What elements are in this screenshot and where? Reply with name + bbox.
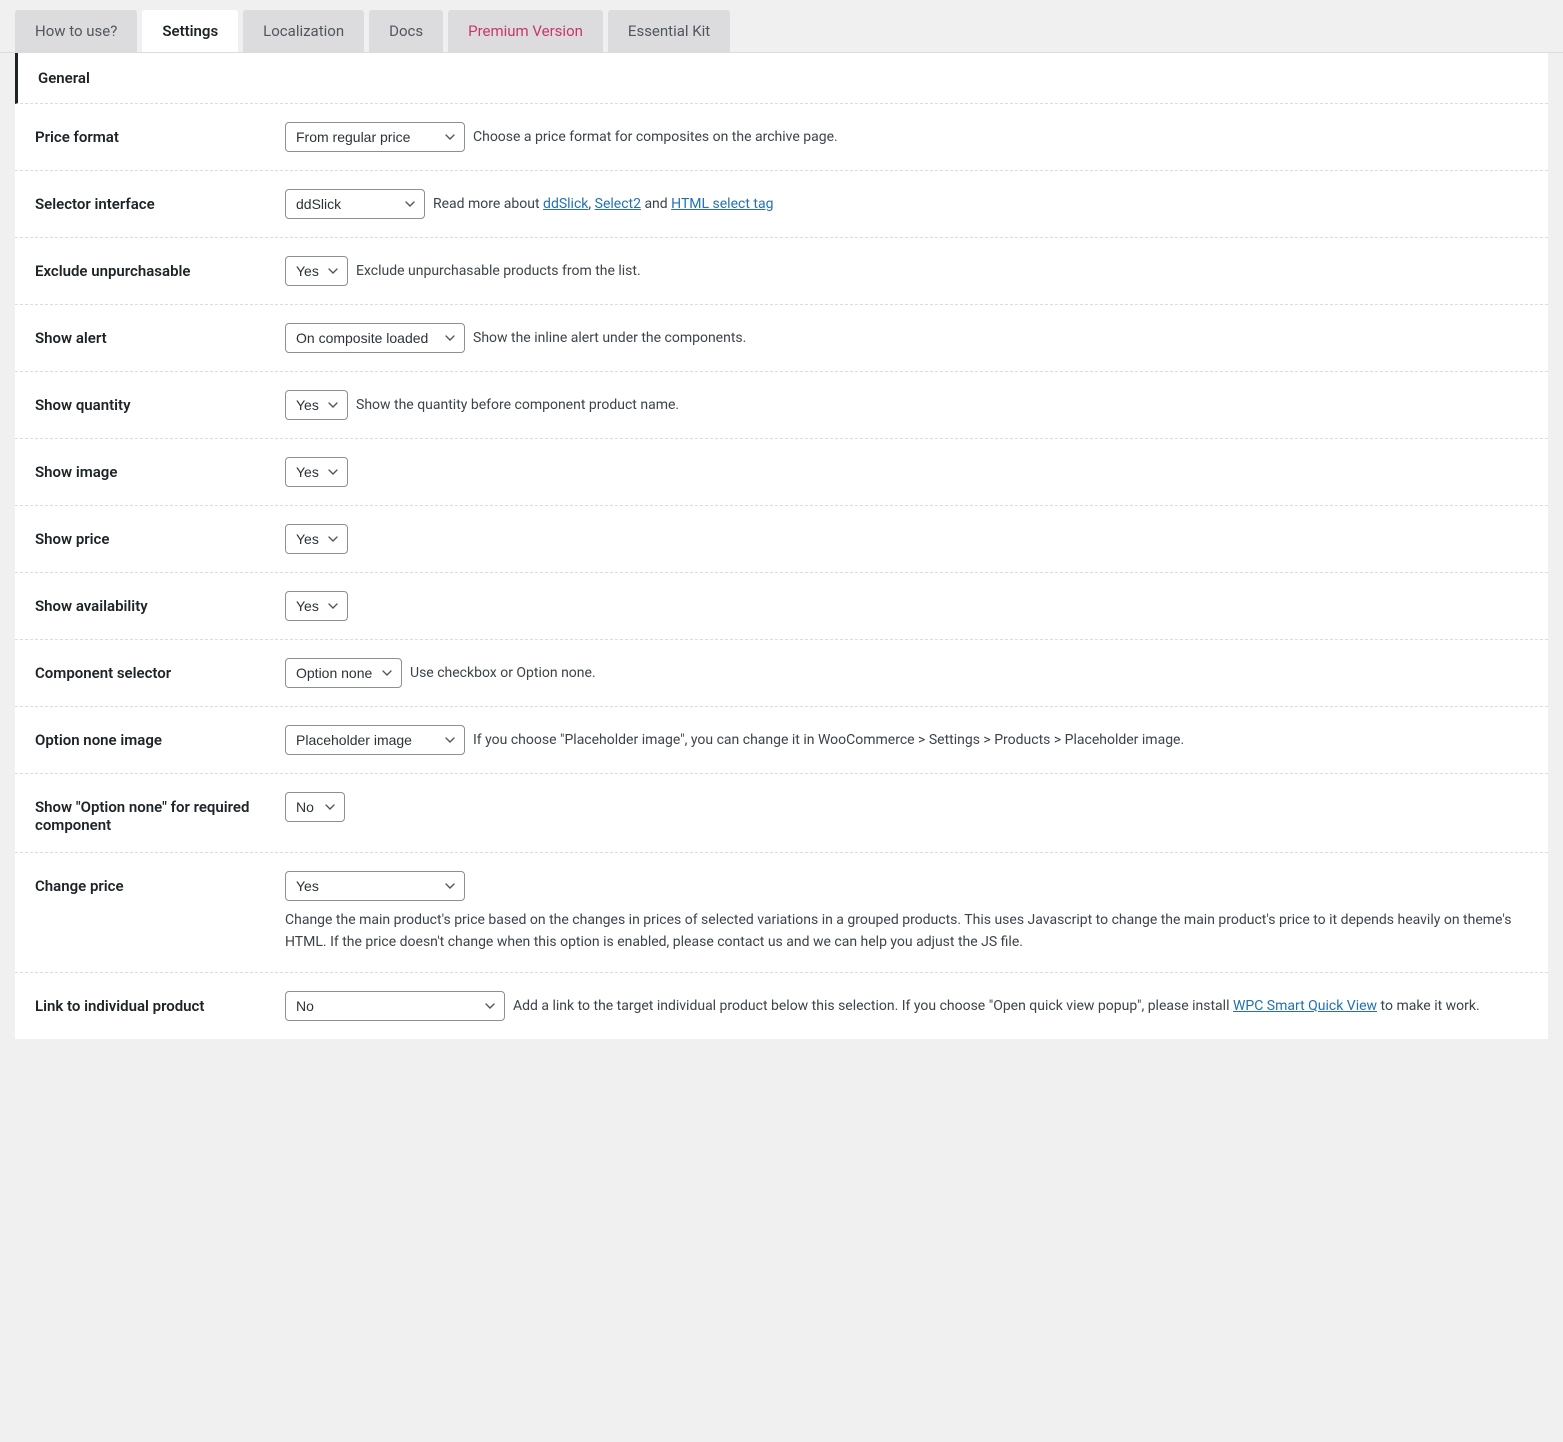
tab-premium[interactable]: Premium Version: [448, 10, 603, 52]
select-component-selector[interactable]: Option none: [285, 658, 402, 688]
desc-exclude-unpurchasable: Exclude unpurchasable products from the …: [356, 261, 641, 282]
select-show-quantity[interactable]: Yes: [285, 390, 348, 420]
label-show-alert: Show alert: [35, 323, 285, 347]
row-show-quantity: Show quantity Yes Show the quantity befo…: [15, 372, 1548, 439]
desc-component-selector: Use checkbox or Option none.: [410, 663, 596, 684]
nav-tabs: How to use? Settings Localization Docs P…: [0, 0, 1563, 53]
select-show-image[interactable]: Yes: [285, 457, 348, 487]
select-show-option-none-required[interactable]: No: [285, 792, 345, 822]
link-html-select-tag[interactable]: HTML select tag: [671, 196, 773, 212]
row-selector-interface: Selector interface ddSlick Read more abo…: [15, 171, 1548, 238]
row-link-individual: Link to individual product No Add a link…: [15, 973, 1548, 1039]
row-show-price: Show price Yes: [15, 506, 1548, 573]
row-price-format: Price format From regular price Choose a…: [15, 104, 1548, 171]
label-show-image: Show image: [35, 457, 285, 481]
row-exclude-unpurchasable: Exclude unpurchasable Yes Exclude unpurc…: [15, 238, 1548, 305]
row-option-none-image: Option none image Placeholder image If y…: [15, 707, 1548, 774]
row-show-alert: Show alert On composite loaded Show the …: [15, 305, 1548, 372]
link-wpc-smart-quick-view[interactable]: WPC Smart Quick View: [1233, 998, 1377, 1014]
label-price-format: Price format: [35, 122, 285, 146]
label-selector-interface: Selector interface: [35, 189, 285, 213]
select-link-individual[interactable]: No: [285, 991, 505, 1021]
label-option-none-image: Option none image: [35, 725, 285, 749]
row-component-selector: Component selector Option none Use check…: [15, 640, 1548, 707]
desc-show-quantity: Show the quantity before component produ…: [356, 395, 679, 416]
desc-price-format: Choose a price format for composites on …: [473, 127, 838, 148]
select-show-availability[interactable]: Yes: [285, 591, 348, 621]
select-option-none-image[interactable]: Placeholder image: [285, 725, 465, 755]
tab-localization[interactable]: Localization: [243, 10, 364, 52]
label-change-price: Change price: [35, 871, 285, 895]
row-show-image: Show image Yes: [15, 439, 1548, 506]
link-ddslick[interactable]: ddSlick: [543, 196, 588, 212]
label-show-availability: Show availability: [35, 591, 285, 615]
tab-settings[interactable]: Settings: [142, 10, 238, 52]
desc-show-alert: Show the inline alert under the componen…: [473, 328, 746, 349]
select-exclude-unpurchasable[interactable]: Yes: [285, 256, 348, 286]
link-select2[interactable]: Select2: [595, 196, 641, 212]
label-component-selector: Component selector: [35, 658, 285, 682]
tab-docs[interactable]: Docs: [369, 10, 443, 52]
row-change-price: Change price Yes Change the main product…: [15, 853, 1548, 973]
label-show-option-none-required: Show "Option none" for required componen…: [35, 792, 285, 834]
select-selector-interface[interactable]: ddSlick: [285, 189, 425, 219]
tab-essential-kit[interactable]: Essential Kit: [608, 10, 730, 52]
select-show-alert[interactable]: On composite loaded: [285, 323, 465, 353]
select-change-price[interactable]: Yes: [285, 871, 465, 901]
select-show-price[interactable]: Yes: [285, 524, 348, 554]
tab-how-to-use[interactable]: How to use?: [15, 10, 137, 52]
desc-link-individual: Add a link to the target individual prod…: [513, 995, 1480, 1017]
label-show-quantity: Show quantity: [35, 390, 285, 414]
row-show-availability: Show availability Yes: [15, 573, 1548, 640]
select-price-format[interactable]: From regular price: [285, 122, 465, 152]
row-show-option-none-required: Show "Option none" for required componen…: [15, 774, 1548, 853]
label-link-individual: Link to individual product: [35, 991, 285, 1015]
desc-selector-interface: Read more about ddSlick, Select2 and HTM…: [433, 194, 773, 215]
section-general-title: General: [15, 53, 1548, 104]
desc-option-none-image: If you choose "Placeholder image", you c…: [473, 729, 1184, 751]
label-show-price: Show price: [35, 524, 285, 548]
label-exclude-unpurchasable: Exclude unpurchasable: [35, 256, 285, 280]
desc-change-price: Change the main product's price based on…: [285, 909, 1528, 954]
